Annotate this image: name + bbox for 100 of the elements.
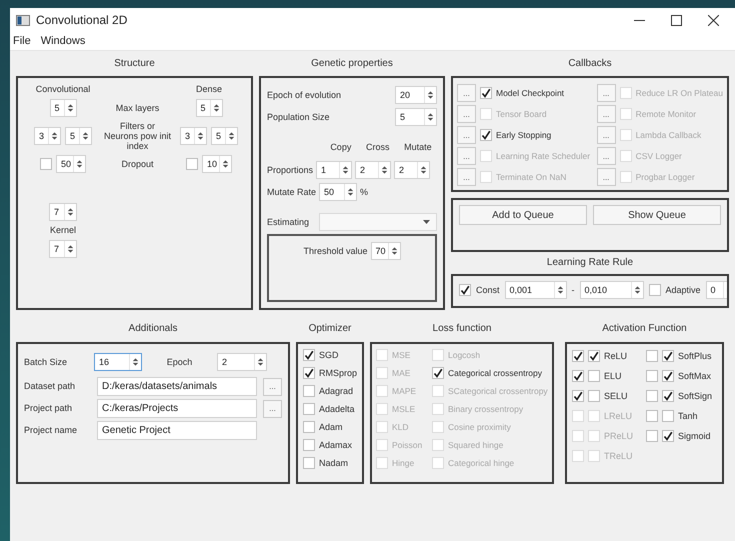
checkbox[interactable]	[588, 370, 600, 382]
options-button[interactable]: ...	[596, 84, 616, 102]
spin-box[interactable]: 5	[211, 127, 238, 145]
spin-box[interactable]: 10	[202, 155, 232, 173]
browse-button[interactable]: ...	[263, 378, 282, 396]
checkmark-icon	[481, 130, 491, 140]
checkbox[interactable]	[646, 370, 658, 382]
checkbox[interactable]	[646, 390, 658, 402]
up-down-arrows-icon[interactable]	[129, 354, 141, 370]
checkbox[interactable]	[572, 390, 584, 402]
menu-item[interactable]: File	[11, 35, 33, 47]
spin-box[interactable]: 2	[355, 161, 392, 179]
options-button[interactable]: ...	[457, 105, 476, 123]
options-button[interactable]: ...	[596, 147, 616, 165]
field-label: Epoch	[166, 356, 194, 368]
section-title: Optimizer	[308, 322, 352, 336]
up-down-arrows-icon[interactable]	[424, 87, 436, 103]
options-button[interactable]: ...	[457, 126, 476, 144]
up-down-arrows-icon[interactable]	[64, 204, 76, 220]
checkbox[interactable]	[480, 129, 492, 141]
checkbox[interactable]	[303, 457, 315, 469]
up-down-arrows-icon[interactable]	[64, 100, 76, 116]
up-down-arrows-icon[interactable]	[194, 128, 206, 144]
checkbox[interactable]	[303, 421, 315, 433]
up-down-arrows-icon[interactable]	[424, 109, 436, 125]
checkbox[interactable]	[648, 284, 661, 296]
text-field[interactable]: C:/keras/Projects	[97, 399, 257, 418]
spin-box[interactable]: 7	[49, 203, 77, 221]
up-down-arrows-icon[interactable]	[388, 243, 400, 259]
spin-box[interactable]: 2	[217, 353, 267, 371]
up-down-arrows-icon[interactable]	[210, 100, 222, 116]
checkbox[interactable]	[303, 403, 315, 415]
spin-box[interactable]: 20	[395, 86, 437, 104]
up-down-arrows-icon[interactable]	[64, 241, 76, 257]
up-down-arrows-icon[interactable]	[48, 128, 60, 144]
checkbox[interactable]	[662, 430, 674, 442]
spin-box[interactable]: 0,001	[504, 281, 567, 299]
spin-box[interactable]: 3	[180, 127, 207, 145]
queue-button[interactable]: Add to Queue	[459, 205, 587, 225]
spin-box[interactable]: 0	[706, 281, 727, 299]
checkbox[interactable]	[459, 284, 471, 296]
spin-box[interactable]: 50	[319, 183, 358, 201]
spin-box[interactable]: 70	[370, 242, 401, 260]
spin-box[interactable]: 7	[49, 240, 77, 258]
checkbox[interactable]	[303, 385, 315, 397]
checkbox-label: Categorical hinge	[448, 458, 514, 468]
menu-item[interactable]: Windows	[38, 35, 88, 47]
checkbox[interactable]	[662, 350, 674, 362]
checkbox[interactable]	[303, 367, 315, 379]
checkbox[interactable]	[572, 370, 584, 382]
spin-box[interactable]: 3	[34, 127, 61, 145]
close-icon[interactable]	[708, 14, 719, 26]
checkbox-label: Cosine proximity	[448, 422, 511, 432]
up-down-arrows-icon[interactable]	[554, 282, 566, 298]
text-field[interactable]: Genetic Project	[97, 421, 257, 440]
checkbox[interactable]	[662, 390, 674, 402]
checkbox-label: MSE	[392, 350, 410, 360]
options-button[interactable]: ...	[596, 105, 616, 123]
dropdown[interactable]	[319, 213, 437, 231]
spin-box[interactable]: 16	[94, 353, 142, 371]
row-label: Filters or Neurons pow init index	[102, 121, 172, 151]
text-field[interactable]: D:/keras/datasets/animals	[97, 377, 257, 396]
checkbox[interactable]	[186, 158, 198, 170]
checkbox[interactable]	[646, 410, 658, 422]
checkbox[interactable]	[303, 439, 315, 451]
spin-box[interactable]: 2	[394, 161, 430, 179]
checkbox[interactable]	[432, 367, 444, 379]
options-button[interactable]: ...	[457, 168, 476, 186]
checkbox[interactable]	[40, 158, 52, 170]
checkbox[interactable]	[588, 390, 600, 402]
checkbox[interactable]	[646, 350, 658, 362]
checkbox[interactable]	[572, 350, 584, 362]
checkbox[interactable]	[303, 349, 315, 361]
options-button[interactable]: ...	[596, 126, 616, 144]
up-down-arrows-icon[interactable]	[225, 128, 237, 144]
spin-box[interactable]: 5	[196, 99, 222, 117]
maximize-icon[interactable]	[671, 14, 682, 26]
options-button[interactable]: ...	[457, 84, 476, 102]
options-button[interactable]: ...	[596, 168, 616, 186]
up-down-arrows-icon[interactable]	[73, 156, 85, 172]
up-down-arrows-icon[interactable]	[79, 128, 91, 144]
spin-box[interactable]: 5	[65, 127, 92, 145]
checkbox[interactable]	[646, 430, 658, 442]
checkbox[interactable]	[480, 87, 492, 99]
spin-box[interactable]: 1	[316, 161, 352, 179]
up-down-arrows-icon[interactable]	[630, 282, 643, 298]
up-down-arrows-icon[interactable]	[219, 156, 231, 172]
field-label: Mutate Rate	[267, 186, 316, 198]
up-down-arrows-icon[interactable]	[254, 354, 266, 370]
spin-box[interactable]: 0,010	[580, 281, 644, 299]
checkbox[interactable]	[588, 350, 600, 362]
spin-box[interactable]: 50	[56, 155, 86, 173]
spin-box[interactable]: 5	[50, 99, 76, 117]
queue-button[interactable]: Show Queue	[593, 205, 721, 225]
checkbox[interactable]	[662, 370, 674, 382]
checkbox[interactable]	[662, 410, 674, 422]
section-title: Structure	[113, 57, 156, 71]
spin-box[interactable]: 5	[395, 108, 437, 126]
browse-button[interactable]: ...	[263, 400, 282, 418]
options-button[interactable]: ...	[457, 147, 476, 165]
